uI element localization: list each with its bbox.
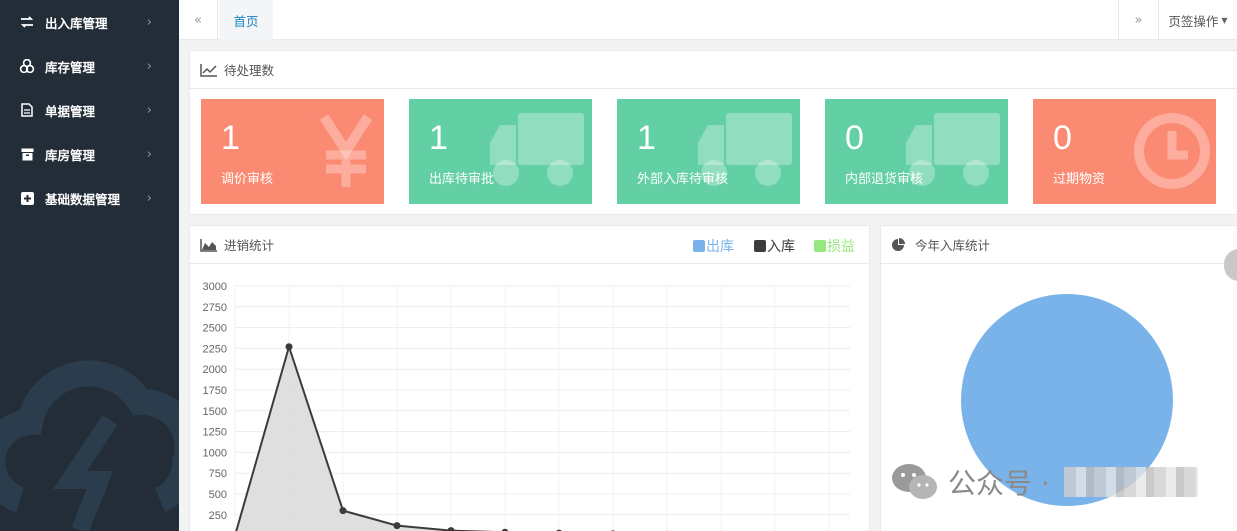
tab-prev-button[interactable]: « xyxy=(179,0,218,40)
tab-bar: « 首页 » 页签操作 ▼ xyxy=(179,0,1237,40)
sidebar-item-inout[interactable]: 出入库管理 › xyxy=(0,0,179,44)
card-price-review[interactable]: 1 调价审核 xyxy=(201,99,384,204)
y-tick-label: 1250 xyxy=(203,427,227,439)
y-tick-label: 2250 xyxy=(203,343,227,355)
chevron-right-icon: › xyxy=(146,190,152,206)
legend-item-profit-loss[interactable]: 损益 xyxy=(814,236,855,256)
legend-item-inbound[interactable]: 入库 xyxy=(754,236,795,256)
pie-chart-icon xyxy=(891,237,909,252)
card-value: 0 xyxy=(845,119,864,157)
y-tick-label: 2500 xyxy=(203,323,227,335)
y-tick-label: 1750 xyxy=(203,385,227,397)
pending-panel-title: 待处理数 xyxy=(224,63,275,78)
card-outbound-approval[interactable]: 1 出库待审批 xyxy=(409,99,592,204)
y-tick-label: 2750 xyxy=(203,302,227,314)
data-point[interactable] xyxy=(393,522,401,530)
cubes-icon xyxy=(19,58,35,74)
tab-operations-dropdown[interactable]: 页签操作 ▼ xyxy=(1158,0,1237,40)
plus-square-icon xyxy=(19,190,35,206)
wechat-icon xyxy=(892,464,937,499)
sidebar-item-documents[interactable]: 单据管理 › xyxy=(0,88,179,132)
card-value: 1 xyxy=(221,119,240,157)
y-tick-label: 3000 xyxy=(203,281,227,293)
watermark-text: 公众号 · xyxy=(948,467,1050,500)
tab-home[interactable]: 首页 xyxy=(219,0,273,40)
pending-panel-header: 待处理数 xyxy=(190,51,1237,89)
legend-swatch xyxy=(814,240,826,252)
y-tick-label: 750 xyxy=(209,468,227,480)
archive-icon xyxy=(19,146,35,162)
tab-next-button[interactable]: » xyxy=(1118,0,1158,40)
line-chart-icon xyxy=(200,63,218,77)
tab-operations-label: 页签操作 xyxy=(1168,13,1219,29)
card-label: 过期物资 xyxy=(1053,172,1106,187)
caret-down-icon: ▼ xyxy=(1221,15,1228,25)
truck-icon xyxy=(490,113,584,186)
y-tick-label: 1000 xyxy=(203,447,227,459)
card-value: 1 xyxy=(637,119,656,157)
document-icon xyxy=(19,102,35,118)
exchange-icon xyxy=(19,14,35,30)
cloud-logo-icon xyxy=(0,360,179,531)
clock-icon xyxy=(1134,113,1210,189)
sales-panel-title: 进销统计 xyxy=(224,238,275,253)
card-label: 外部入库待审核 xyxy=(637,172,729,187)
data-point[interactable] xyxy=(447,527,455,531)
card-internal-return-review[interactable]: 0 内部退货审核 xyxy=(825,99,1008,204)
sidebar-item-inventory[interactable]: 库存管理 › xyxy=(0,44,179,88)
sidebar-item-label: 出入库管理 xyxy=(45,15,108,31)
sidebar: 出入库管理 › 库存管理 › 单据管理 › 库房管理 › 基础数据管理 › xyxy=(0,0,179,531)
y-tick-label: 2000 xyxy=(203,364,227,376)
sidebar-item-label: 库存管理 xyxy=(45,59,96,75)
data-point[interactable] xyxy=(339,507,347,515)
sidebar-item-label: 基础数据管理 xyxy=(45,191,121,207)
card-value: 1 xyxy=(429,119,448,157)
card-label: 内部退货审核 xyxy=(845,172,924,187)
blurred-account-name xyxy=(1063,467,1198,497)
y-tick-label: 250 xyxy=(209,510,227,522)
card-expired-materials[interactable]: 0 过期物资 xyxy=(1033,99,1216,204)
chevron-right-icon: › xyxy=(146,14,152,30)
yearly-panel-title: 今年入库统计 xyxy=(915,238,991,253)
chevron-right-icon: › xyxy=(146,58,152,74)
legend-swatch xyxy=(693,240,705,252)
chevron-right-icon: › xyxy=(146,102,152,118)
sales-area-chart: 3000 2750 2500 2250 2000 1750 1500 1250 1000 750 5… xyxy=(203,281,850,531)
sidebar-item-label: 库房管理 xyxy=(45,147,96,163)
sidebar-item-warehouse[interactable]: 库房管理 › xyxy=(0,132,179,176)
yen-icon xyxy=(319,114,373,187)
legend-swatch xyxy=(754,240,766,252)
legend-label: 损益 xyxy=(827,239,855,255)
yearly-panel-header: 今年入库统计 xyxy=(881,226,1237,264)
chevron-right-icon: › xyxy=(146,146,152,162)
watermark: 公众号 · xyxy=(890,462,1198,502)
legend-label: 出库 xyxy=(706,239,734,255)
card-label: 出库待审批 xyxy=(429,172,495,187)
card-label: 调价审核 xyxy=(221,172,274,187)
data-point[interactable] xyxy=(285,343,293,351)
y-tick-label: 500 xyxy=(209,489,227,501)
legend-label: 入库 xyxy=(767,239,795,255)
card-value: 0 xyxy=(1053,119,1072,157)
y-tick-label: 1500 xyxy=(203,406,227,418)
card-external-inbound-review[interactable]: 1 外部入库待审核 xyxy=(617,99,800,204)
legend-item-outbound[interactable]: 出库 xyxy=(693,236,734,256)
sidebar-item-label: 单据管理 xyxy=(45,103,96,119)
sidebar-item-basedata[interactable]: 基础数据管理 › xyxy=(0,176,179,220)
area-chart-icon xyxy=(200,238,218,252)
